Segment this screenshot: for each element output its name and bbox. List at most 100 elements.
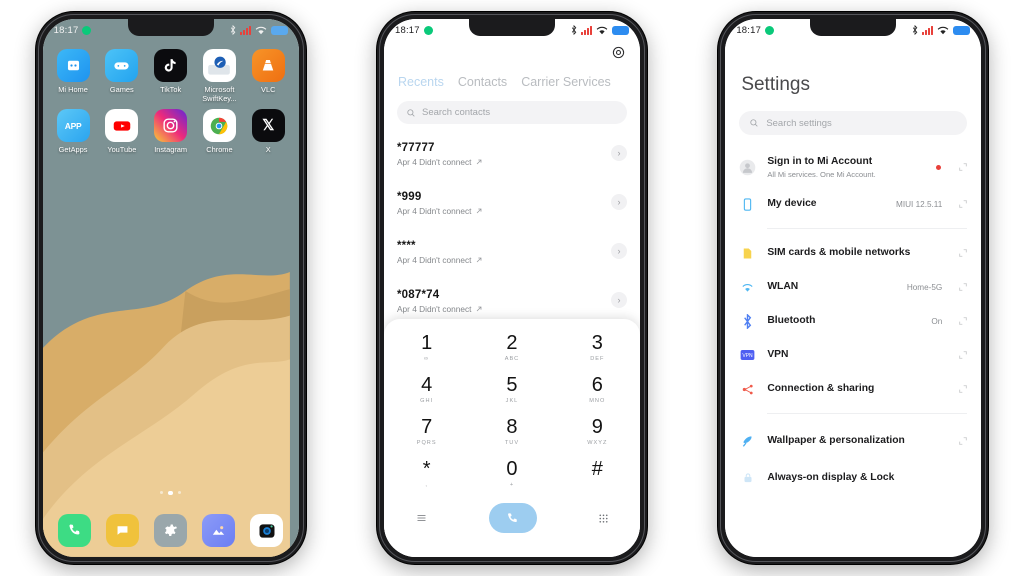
- status-time: 18:17: [736, 24, 762, 36]
- settings-app[interactable]: [154, 514, 188, 547]
- bluetooth-icon: [739, 313, 756, 330]
- tab-recents[interactable]: Recents: [398, 75, 444, 89]
- dialpad-key-9[interactable]: 9 WXYZ: [555, 411, 640, 453]
- tab-carrier-services[interactable]: Carrier Services: [521, 75, 611, 89]
- menu-lines-icon[interactable]: [414, 512, 429, 524]
- expand-arrow-icon: [959, 200, 968, 208]
- dialpad-row: 4 GHI 5 JKL 6 MNO: [384, 369, 640, 411]
- status-badge: [936, 164, 942, 170]
- app-label: VLC: [261, 85, 276, 94]
- settings-list: Sign in to Mi Account All Mi services. O…: [725, 147, 981, 557]
- app-youtube[interactable]: YouTube: [99, 109, 145, 155]
- dialpad-key-8[interactable]: 8 TUV: [469, 411, 554, 453]
- keypad-grid-icon[interactable]: [597, 512, 610, 525]
- call-detail: Apr 4 Didn't connect: [397, 157, 611, 167]
- tab-contacts[interactable]: Contacts: [458, 75, 507, 89]
- search-contacts-input[interactable]: Search contacts: [396, 101, 627, 124]
- wifi-icon: [255, 26, 266, 34]
- dialpad-key-7[interactable]: 7 PQRS: [384, 411, 469, 453]
- table-row[interactable]: *77777 Apr 4 Didn't connect ›: [384, 135, 640, 184]
- battery-icon: [270, 25, 288, 35]
- sidebar-item-vpn[interactable]: VPN VPN: [725, 338, 981, 372]
- key-number: 6: [591, 374, 603, 396]
- chevron-right-icon[interactable]: ›: [610, 194, 627, 210]
- signal-bars-icon: [922, 25, 934, 35]
- chevron-right-icon[interactable]: ›: [610, 292, 627, 308]
- search-icon: [750, 119, 758, 127]
- table-row[interactable]: *999 Apr 4 Didn't connect ›: [384, 184, 640, 233]
- youtube-icon: [105, 109, 139, 143]
- dialpad-row: 7 PQRS 8 TUV 9 WXYZ: [384, 411, 640, 453]
- phone-2-dialer: 18:17 Recents Contacts Carrier Services …: [376, 12, 647, 564]
- sidebar-item-always-on-display[interactable]: Always-on display & Lock: [725, 461, 981, 495]
- dialer-settings-button[interactable]: [611, 45, 626, 65]
- app-instagram[interactable]: Instagram: [148, 109, 194, 155]
- app-getapps[interactable]: APP GetApps: [50, 109, 96, 155]
- setting-label: Sign in to Mi Account: [767, 155, 873, 167]
- expand-arrow-icon: [959, 249, 968, 257]
- app-mi-home[interactable]: Mi Home: [50, 49, 96, 103]
- setting-label: My device: [767, 198, 817, 210]
- dialpad-key-0[interactable]: 0 +: [469, 453, 554, 495]
- dialpad-key-1[interactable]: 1 ∞: [384, 327, 469, 369]
- display-notch: [810, 19, 897, 36]
- sidebar-item-mi-account[interactable]: Sign in to Mi Account All Mi services. O…: [725, 147, 981, 187]
- chevron-right-icon[interactable]: ›: [610, 243, 627, 259]
- page-dot[interactable]: [177, 490, 182, 494]
- dialpad-key-6[interactable]: 6 MNO: [555, 369, 640, 411]
- call-button[interactable]: [488, 503, 537, 533]
- display-notch: [127, 19, 214, 36]
- expand-arrow-icon: [959, 317, 968, 325]
- chrome-icon: [202, 109, 236, 143]
- app-x[interactable]: 𝕏 X: [245, 109, 291, 155]
- key-number: 2: [506, 332, 518, 354]
- camera-app[interactable]: [250, 514, 284, 547]
- app-swiftkey[interactable]: Microsoft SwiftKey...: [196, 49, 242, 103]
- table-row[interactable]: **** Apr 4 Didn't connect ›: [384, 233, 640, 282]
- expand-arrow-icon: [959, 283, 968, 291]
- app-row-1: Mi Home Games TikTok Microsoft SwiftKey.…: [49, 49, 293, 103]
- bluetooth-icon: [571, 25, 577, 35]
- app-chrome[interactable]: Chrome: [196, 109, 242, 155]
- call-number: ****: [396, 240, 416, 252]
- sidebar-item-sim-cards[interactable]: SIM cards & mobile networks: [725, 236, 981, 270]
- setting-label: Connection & sharing: [767, 383, 875, 395]
- setting-value: On: [931, 316, 943, 326]
- app-row-2: APP GetApps YouTube Instagram Chrome 𝕏 X: [49, 109, 293, 155]
- search-icon: [407, 108, 415, 117]
- key-number: 3: [591, 332, 603, 354]
- dialpad-key-5[interactable]: 5 JKL: [469, 369, 554, 411]
- page-dot[interactable]: [159, 490, 164, 494]
- page-dot-active[interactable]: [168, 490, 173, 495]
- bluetooth-icon: [230, 25, 235, 35]
- sidebar-item-my-device[interactable]: My device MIUI 12.5.11: [725, 187, 981, 221]
- dialpad-key-star[interactable]: * ,: [384, 453, 469, 495]
- sidebar-item-bluetooth[interactable]: Bluetooth On: [725, 304, 981, 338]
- app-label: YouTube: [107, 145, 137, 155]
- dialpad-key-3[interactable]: 3 DEF: [555, 327, 640, 369]
- gallery-app[interactable]: [202, 514, 236, 547]
- key-letters: JKL: [505, 398, 519, 404]
- app-label: GetApps: [58, 145, 88, 155]
- app-tiktok[interactable]: TikTok: [148, 49, 194, 103]
- signal-bars-icon: [580, 25, 592, 35]
- svg-text:VPN: VPN: [743, 353, 754, 359]
- dialpad-key-4[interactable]: 4 GHI: [384, 369, 469, 411]
- dialpad-key-hash[interactable]: #: [555, 453, 640, 495]
- chevron-right-icon[interactable]: ›: [610, 145, 627, 161]
- recording-dot-icon: [423, 25, 433, 35]
- games-controller-icon: [105, 49, 139, 82]
- app-games[interactable]: Games: [99, 49, 145, 103]
- app-vlc[interactable]: VLC: [245, 49, 291, 103]
- key-number: 7: [421, 416, 433, 438]
- phone-app[interactable]: [58, 514, 92, 547]
- sidebar-item-wlan[interactable]: WLAN Home-5G: [725, 270, 981, 304]
- swiftkey-icon: [202, 49, 236, 82]
- dialpad-key-2[interactable]: 2 ABC: [469, 327, 554, 369]
- sidebar-item-connection-sharing[interactable]: Connection & sharing: [725, 372, 981, 406]
- sidebar-item-wallpaper[interactable]: Wallpaper & personalization: [725, 421, 981, 461]
- search-settings-input[interactable]: Search settings: [739, 111, 968, 135]
- status-time: 18:17: [53, 24, 79, 36]
- messages-app[interactable]: [106, 514, 140, 547]
- dialpad-row: 1 ∞ 2 ABC 3 DEF: [384, 327, 640, 369]
